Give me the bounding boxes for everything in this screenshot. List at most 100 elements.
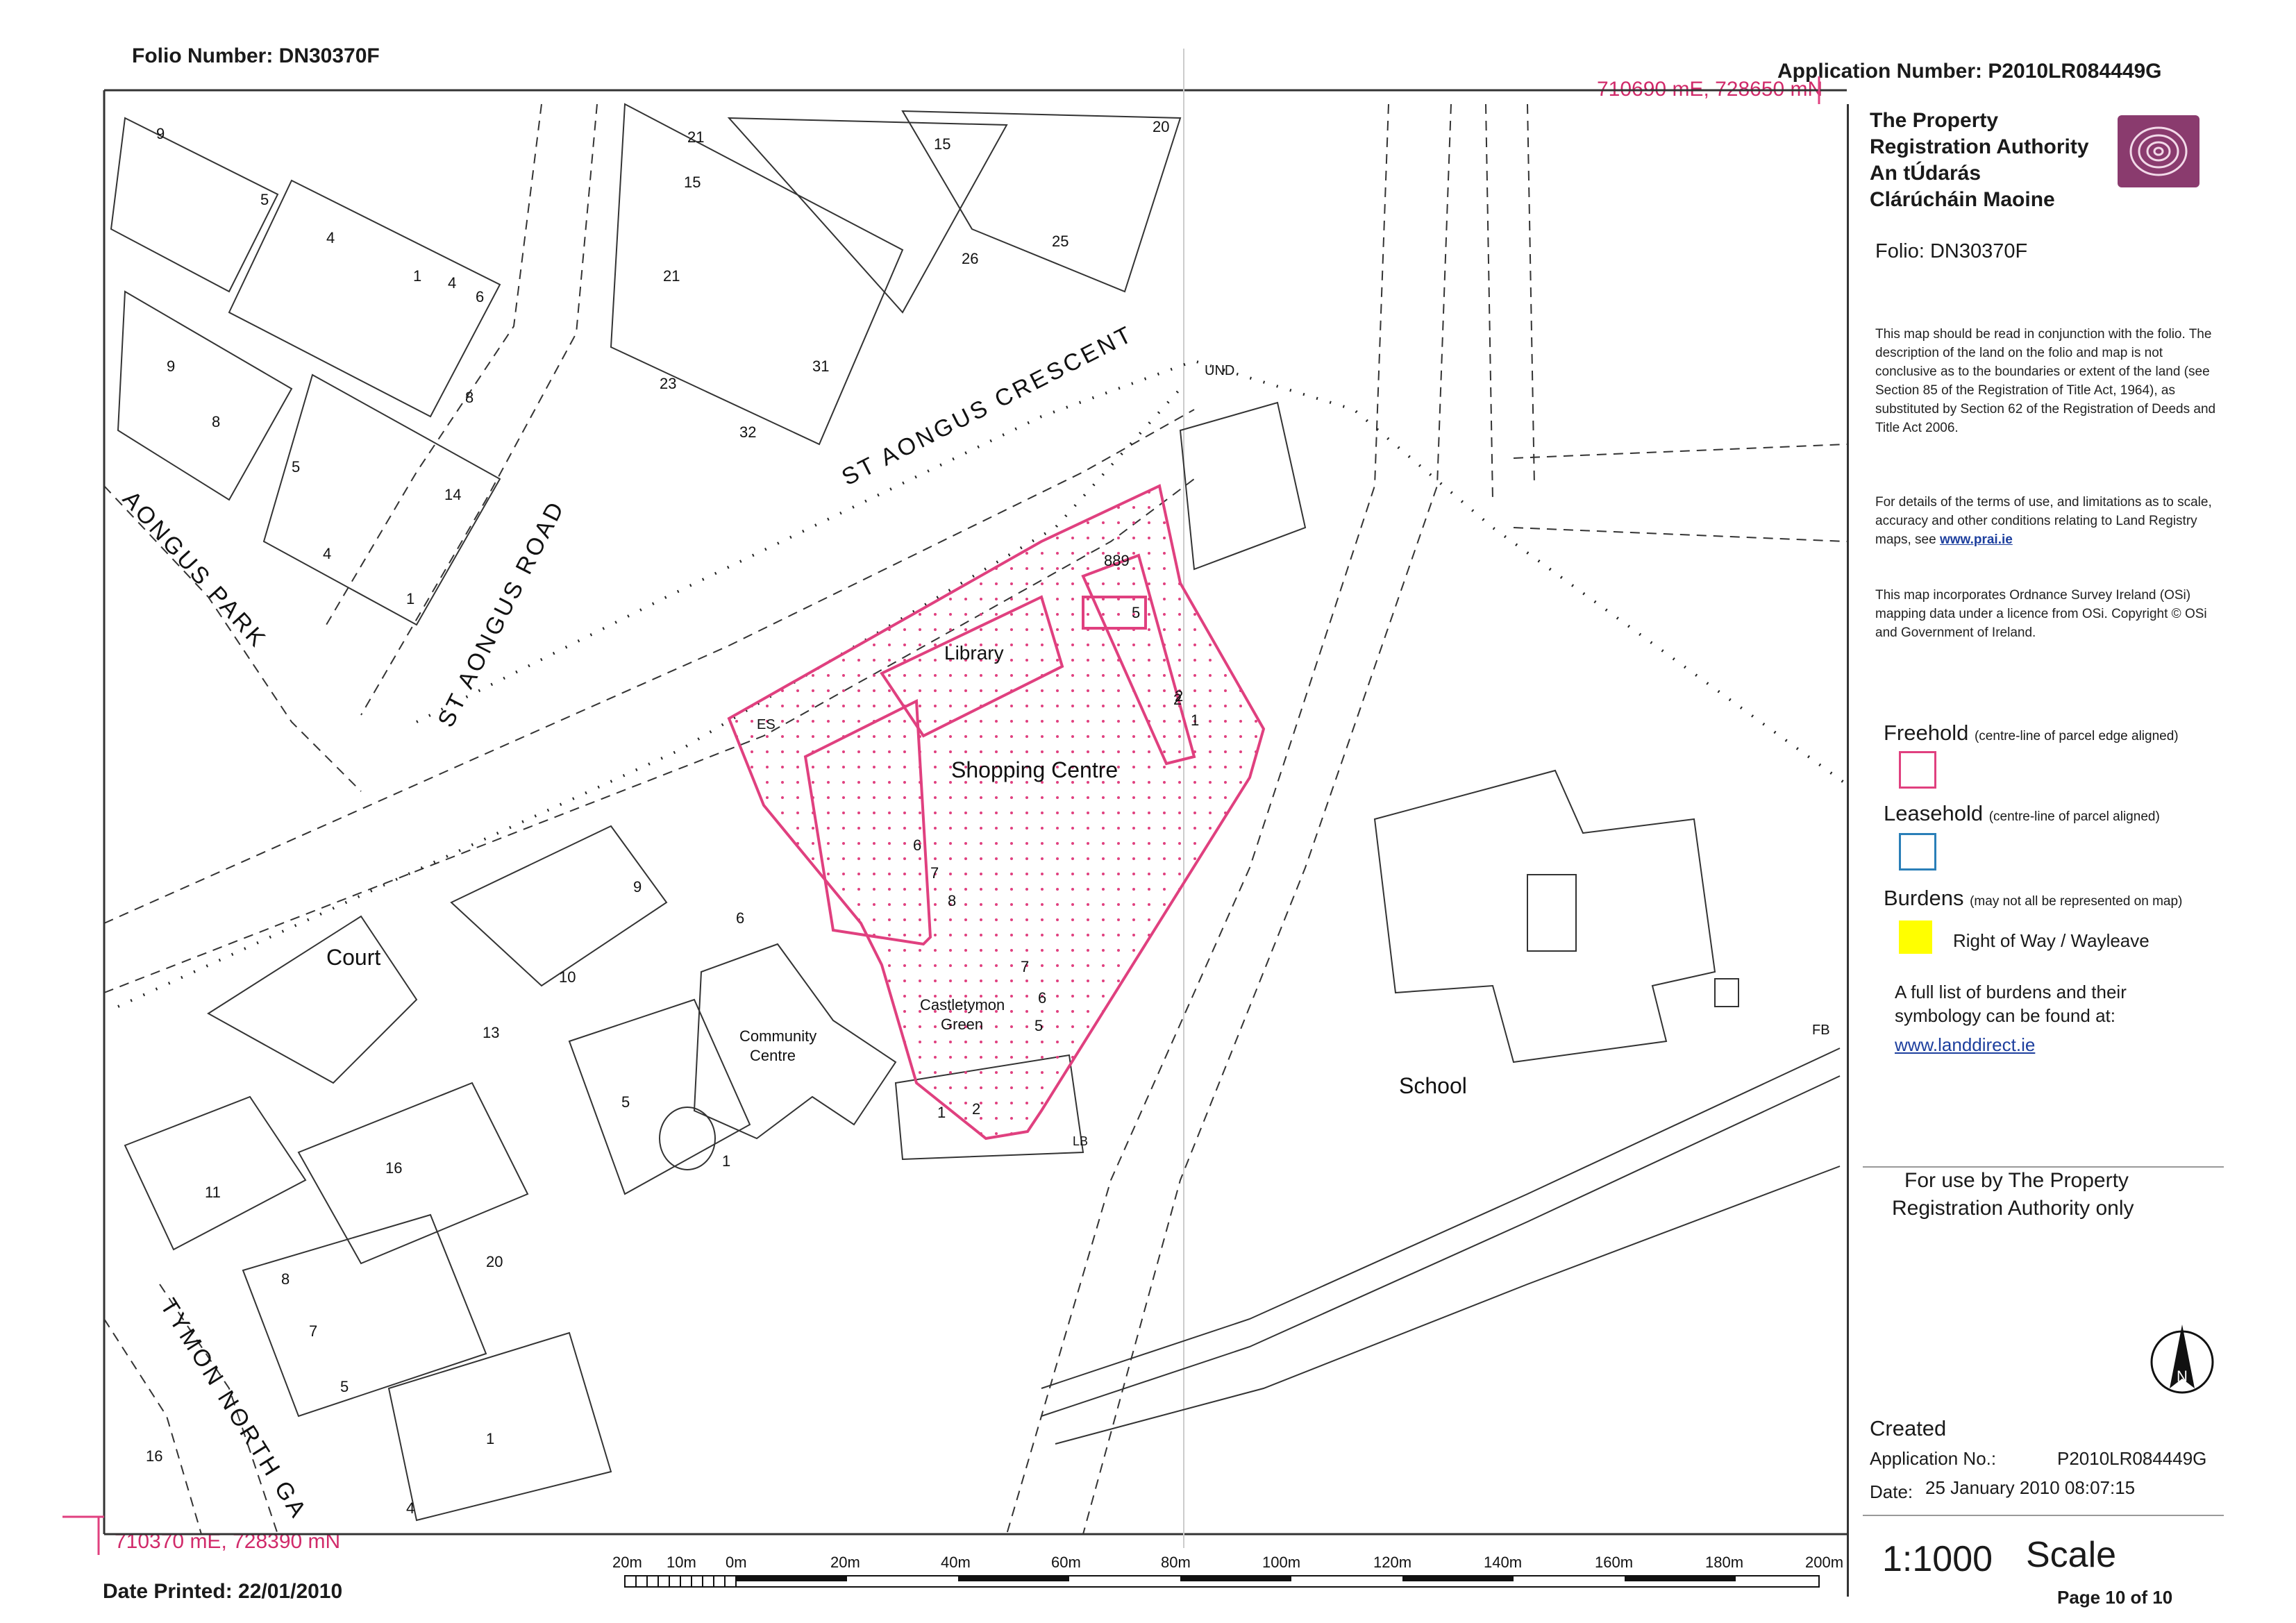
legend-freehold-label: Freehold — [1884, 721, 1969, 745]
house-number: 5 — [260, 191, 269, 208]
right-of-way-swatch — [1899, 920, 1932, 954]
house-number: 25 — [1052, 233, 1069, 250]
house-number: 16 — [146, 1447, 162, 1465]
embankment — [1041, 1048, 1841, 1445]
freehold-swatch — [1899, 751, 1936, 789]
house-number: 6 — [476, 288, 484, 305]
legend-leasehold-label: Leasehold — [1884, 801, 1984, 825]
house-number: 6 — [913, 836, 921, 854]
landdirect-link[interactable]: www.landdirect.ie — [1895, 1034, 2035, 1056]
map-canvas: Library Shopping Centre Court Community … — [62, 49, 1847, 1555]
authority-name-en-2: Registration Authority — [1870, 135, 2089, 158]
north-arrow: N — [2149, 1319, 2215, 1402]
road-tymon-north: TYMON NORTH GA — [155, 1294, 312, 1524]
legend-burdens: Burdens (may not all be represented on m… — [1884, 886, 2182, 911]
scale-tick: 140m — [1484, 1554, 1523, 1571]
house-number: 20 — [486, 1253, 503, 1270]
legend-freehold: Freehold (centre-line of parcel edge ali… — [1884, 721, 2179, 746]
road-st-aongus-crescent: ST AONGUS CRESCENT — [837, 321, 1138, 491]
house-number: 2 — [972, 1100, 980, 1118]
scale-tick: 180m — [1705, 1554, 1744, 1571]
burden-list-text: A full list of burdens and their symbolo… — [1895, 982, 2127, 1026]
house-number: 7 — [309, 1322, 317, 1340]
label-court: Court — [326, 945, 380, 970]
authority-logo — [2118, 115, 2199, 187]
house-number: 1 — [413, 267, 421, 285]
north-arrow-icon: N — [2150, 1325, 2214, 1394]
house-number: 5 — [1034, 1017, 1043, 1034]
note-terms-text: For details of the terms of use, and lim… — [1875, 495, 2212, 547]
house-number: 8 — [465, 389, 474, 406]
authority-name-en-1: The Property — [1870, 109, 1999, 132]
label-shopping-centre: Shopping Centre — [951, 757, 1118, 782]
house-number: 13 — [483, 1024, 499, 1041]
scale-tick: 20m — [830, 1554, 860, 1571]
scale-tick: 120m — [1373, 1554, 1412, 1571]
label-library: Library — [944, 642, 1004, 664]
scale-tick: 20m — [612, 1554, 642, 1571]
house-number: 21 — [663, 267, 680, 285]
scale-tick: 40m — [941, 1554, 971, 1571]
scale-tick: 0m — [726, 1554, 747, 1571]
label-es: ES — [757, 717, 776, 732]
house-number: 5 — [1132, 604, 1140, 621]
scale-ratio: 1:1000 — [1882, 1539, 1993, 1579]
legend-leasehold-note: (centre-line of parcel aligned) — [1988, 809, 2160, 824]
house-number: 15 — [684, 174, 701, 191]
house-number: 4 — [326, 229, 335, 246]
label-castletymon-1: Castletymon — [920, 996, 1005, 1014]
house-number: 1 — [937, 1104, 946, 1121]
house-number: 6 — [1038, 989, 1046, 1007]
label-lb: LB — [1073, 1134, 1088, 1148]
house-number: 9 — [156, 125, 165, 142]
prai-link[interactable]: www.prai.ie — [1940, 532, 2013, 547]
scale-bar — [624, 1575, 1820, 1588]
house-number: 14 — [444, 486, 461, 503]
label-community-1: Community — [739, 1027, 816, 1045]
authority-name-ga-2: Clárúcháin Maoine — [1870, 188, 2055, 211]
authority-name-ga-1: An tÚdarás — [1870, 162, 1981, 185]
house-number: 31 — [812, 358, 829, 375]
folio-id: Folio: DN30370F — [1875, 240, 2028, 262]
house-number: 10 — [559, 968, 576, 986]
house-number: 15 — [934, 135, 950, 153]
label-school: School — [1399, 1073, 1467, 1098]
house-number: 23 — [660, 375, 676, 392]
spiral-logo-icon — [2129, 126, 2188, 176]
legend-freehold-note: (centre-line of parcel edge aligned) — [1974, 729, 2179, 743]
house-number: 2 — [1175, 687, 1183, 705]
house-number: 11 — [205, 1184, 221, 1201]
label-889: 889 — [1104, 552, 1130, 569]
house-number: 1 — [1191, 712, 1199, 729]
scale-tick: 100m — [1262, 1554, 1301, 1571]
scale-tick: 60m — [1051, 1554, 1081, 1571]
north-letter: N — [2177, 1368, 2188, 1385]
house-number: 8 — [212, 413, 220, 430]
house-number: 4 — [323, 545, 331, 562]
house-number: 26 — [962, 250, 978, 267]
house-number: 5 — [340, 1378, 349, 1395]
house-number: 21 — [687, 128, 704, 146]
house-number: 8 — [948, 892, 956, 909]
house-number: 1 — [722, 1152, 730, 1170]
house-number: 8 — [281, 1270, 290, 1288]
leasehold-swatch — [1899, 833, 1936, 871]
label-und: UND — [1205, 363, 1234, 378]
office-use-line-2: Registration Authority only — [1892, 1197, 2134, 1220]
road-st-aongus-road: ST AONGUS ROAD — [433, 496, 570, 731]
scale-word: Scale — [2026, 1535, 2117, 1575]
label-fb: FB — [1812, 1023, 1830, 1038]
note-conclusive: This map should be read in conjunction w… — [1875, 327, 2216, 435]
house-number: 5 — [292, 458, 300, 476]
created-app-label: Application No.: — [1870, 1448, 1997, 1469]
house-number: 5 — [621, 1093, 630, 1111]
house-number: 9 — [167, 358, 175, 375]
house-number: 7 — [1021, 958, 1029, 975]
created-date-label: Date: — [1870, 1481, 1913, 1502]
note-osi: This map incorporates Ordnance Survey Ir… — [1875, 588, 2207, 640]
house-number: 6 — [736, 909, 744, 927]
scale-tick: 200m — [1805, 1554, 1844, 1571]
legend-burdens-note: (may not all be represented on map) — [1970, 894, 2183, 909]
house-number: 1 — [406, 590, 414, 607]
scale-tick: 80m — [1161, 1554, 1191, 1571]
